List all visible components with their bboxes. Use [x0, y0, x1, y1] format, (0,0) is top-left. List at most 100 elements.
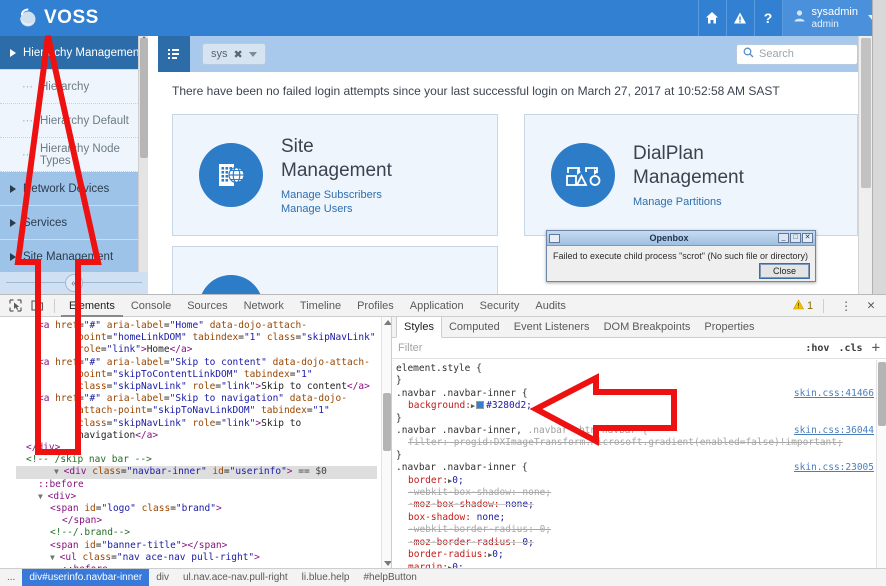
openbox-dialog[interactable]: Openbox _ □ ✕ Failed to execute child pr…: [546, 230, 816, 282]
card-network[interactable]: Network: [172, 246, 498, 294]
styles-scrollbar[interactable]: [876, 360, 886, 569]
tab-sources[interactable]: Sources: [179, 295, 235, 317]
sidebar-item-hierarchy-management[interactable]: Hierarchy Management: [0, 36, 148, 70]
property-value[interactable]: #3280d2;: [486, 400, 532, 411]
close-devtools-icon[interactable]: ✕: [862, 298, 880, 313]
card-site-management[interactable]: Site Management Manage Subscribers Manag…: [172, 114, 498, 236]
property-value[interactable]: 0;: [452, 475, 463, 486]
sidebar-item-hierarchy[interactable]: ⋯ Hierarchy: [0, 70, 148, 104]
property-value[interactable]: none;: [500, 499, 534, 510]
property-name[interactable]: filter:: [408, 437, 448, 448]
device-toolbar-icon[interactable]: [26, 296, 48, 316]
dom-node-line[interactable]: ▼ <div>: [16, 491, 377, 503]
dom-node-line[interactable]: ▼ <div class="navbar-inner" id="userinfo…: [16, 466, 377, 479]
dom-tree-scrollbar[interactable]: [381, 317, 391, 569]
sidebar-item-services[interactable]: Services: [0, 206, 148, 240]
tab-security[interactable]: Security: [472, 295, 528, 317]
sidebar-collapse-button[interactable]: «: [65, 274, 83, 292]
search-input[interactable]: Search: [736, 43, 858, 65]
help-icon[interactable]: ?: [753, 0, 782, 36]
color-swatch[interactable]: [476, 401, 485, 410]
style-declaration[interactable]: border-radius:▶0;: [396, 549, 876, 561]
property-value[interactable]: 0;: [492, 549, 503, 560]
expand-triangle-icon[interactable]: ▶: [471, 402, 475, 410]
dom-node-line[interactable]: <!-- /skip nav bar -->: [16, 454, 377, 466]
expand-triangle-icon[interactable]: ▼: [50, 553, 60, 562]
home-icon[interactable]: [697, 0, 726, 36]
dom-node-line[interactable]: <a href="#" aria-label="Home" data-dojo-…: [16, 320, 377, 357]
property-name[interactable]: -webkit-box-shadow:: [408, 487, 517, 498]
expand-triangle-icon[interactable]: ▼: [54, 467, 64, 476]
property-name[interactable]: border-radius:: [408, 549, 488, 560]
tab-network[interactable]: Network: [236, 295, 292, 317]
tab-profiles[interactable]: Profiles: [349, 295, 402, 317]
tab-application[interactable]: Application: [402, 295, 472, 317]
sidebar-item-hierarchy-node-types[interactable]: ⋯ Hierarchy Node Types: [0, 138, 148, 172]
breadcrumb-item[interactable]: div: [149, 569, 176, 586]
styles-rules-list[interactable]: element.style {} .navbar .navbar-inner {s…: [392, 360, 876, 569]
card-link-manage-subscribers[interactable]: Manage Subscribers: [281, 189, 392, 201]
stylesheet-source-link[interactable]: skin.css:41466: [794, 388, 874, 400]
inspect-element-icon[interactable]: [4, 296, 26, 316]
dom-node-line[interactable]: <span id="logo" class="brand">: [16, 503, 377, 515]
card-link-manage-partitions[interactable]: Manage Partitions: [633, 196, 744, 208]
new-style-rule-button[interactable]: +: [872, 340, 880, 356]
style-rule-selector[interactable]: .navbar .navbar-inner {skin.css:23005: [396, 462, 876, 474]
dialog-titlebar[interactable]: Openbox _ □ ✕: [547, 231, 815, 246]
stylesheet-source-link[interactable]: skin.css:23005: [794, 462, 874, 474]
style-rule-selector[interactable]: .navbar .navbar-inner {skin.css:41466: [396, 388, 876, 400]
warning-icon[interactable]: [725, 0, 754, 36]
breadcrumb-item[interactable]: div#userinfo.navbar-inner: [22, 569, 150, 586]
property-value[interactable]: 0;: [534, 524, 551, 535]
style-declaration[interactable]: -webkit-border-radius: 0;: [396, 524, 876, 536]
card-dialplan-management[interactable]: DialPlan Management Manage Partitions: [524, 114, 858, 236]
tab-dom-breakpoints[interactable]: DOM Breakpoints: [597, 317, 698, 338]
style-declaration[interactable]: -moz-border-radius: 0;: [396, 537, 876, 549]
maximize-icon[interactable]: □: [790, 233, 801, 243]
property-name[interactable]: -moz-border-radius:: [408, 537, 517, 548]
filter-input[interactable]: Filter: [398, 342, 422, 354]
style-declaration[interactable]: background:▶ #3280d2;: [396, 400, 876, 412]
style-declaration[interactable]: filter: progid:DXImageTransform.Microsof…: [396, 437, 876, 449]
dom-node-line[interactable]: ▼ <ul class="nav ace-nav pull-right">: [16, 552, 377, 564]
scroll-down-arrow-icon[interactable]: [384, 561, 391, 566]
scrollbar-thumb[interactable]: [878, 362, 886, 426]
dom-node-line[interactable]: <!--/.brand-->: [16, 527, 377, 539]
user-menu[interactable]: sysadmin admin: [781, 0, 886, 36]
style-rule-selector[interactable]: element.style {: [396, 363, 876, 375]
browser-window-scrollbar[interactable]: [872, 0, 886, 294]
breadcrumb-item[interactable]: li.blue.help: [295, 569, 357, 586]
dom-node-line[interactable]: <a href="#" aria-label="Skip to content"…: [16, 357, 377, 394]
brand-logo-area[interactable]: VOSS: [0, 0, 99, 36]
style-declaration[interactable]: -moz-box-shadow: none;: [396, 499, 876, 511]
expand-triangle-icon[interactable]: ▼: [38, 492, 48, 501]
scrollbar-thumb[interactable]: [140, 38, 148, 158]
breadcrumb-item[interactable]: #helpButton: [356, 569, 423, 586]
dom-tree-code[interactable]: <a href="#" aria-label="Home" data-dojo-…: [0, 317, 381, 569]
more-options-icon[interactable]: ⋮: [834, 299, 858, 313]
card-link-manage-users[interactable]: Manage Users: [281, 203, 392, 215]
property-name[interactable]: -moz-box-shadow:: [408, 499, 500, 510]
breadcrumb-item[interactable]: ul.nav.ace-nav.pull-right: [176, 569, 295, 586]
property-value[interactable]: none;: [517, 487, 551, 498]
scrollbar-thumb[interactable]: [383, 393, 391, 451]
cls-toggle[interactable]: .cls: [838, 343, 862, 354]
warning-counter[interactable]: 1: [793, 298, 813, 313]
style-declaration[interactable]: box-shadow: none;: [396, 512, 876, 524]
sidebar-item-network-devices[interactable]: Network Devices: [0, 172, 148, 206]
style-rule-selector[interactable]: .navbar .navbar-inner, .navbar .btn-navb…: [396, 425, 876, 437]
dom-node-line[interactable]: <a href="#" aria-label="Skip to navigati…: [16, 393, 377, 442]
tab-timeline[interactable]: Timeline: [292, 295, 349, 317]
tab-event-listeners[interactable]: Event Listeners: [507, 317, 597, 338]
window-menu-icon[interactable]: [549, 233, 560, 243]
property-value[interactable]: 0;: [517, 537, 533, 548]
property-name[interactable]: background:: [408, 400, 471, 411]
dom-node-line[interactable]: </span>: [16, 515, 377, 527]
tab-sys[interactable]: sys ✖: [202, 43, 266, 65]
hov-toggle[interactable]: :hov: [805, 343, 829, 354]
close-icon[interactable]: ✕: [802, 233, 813, 243]
dom-node-line[interactable]: ::before: [16, 479, 377, 491]
dom-breadcrumb[interactable]: ... div#userinfo.navbar-inner div ul.nav.ac…: [0, 568, 886, 586]
sidebar-item-hierarchy-default[interactable]: ⋯ Hierarchy Default: [0, 104, 148, 138]
tab-console[interactable]: Console: [123, 295, 179, 317]
